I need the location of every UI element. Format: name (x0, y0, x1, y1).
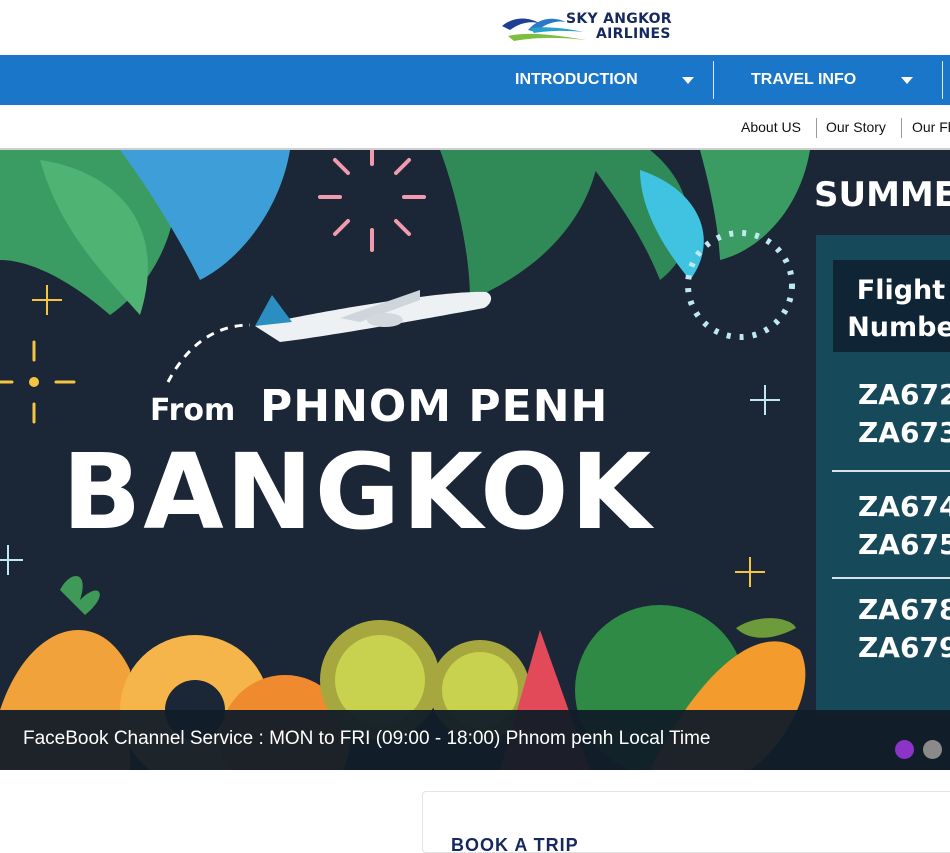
nav-divider (713, 61, 714, 99)
airplane-icon (255, 290, 492, 342)
nav-item-label: TRAVEL INFO (751, 71, 857, 88)
main-nav: INTRODUCTION TRAVEL INFO (0, 55, 950, 105)
flight-divider (832, 577, 950, 579)
subnav-separator (901, 118, 902, 138)
subnav-item-our-fleet[interactable]: Our Fl (912, 119, 950, 135)
banner-from-label: From (150, 393, 236, 428)
banner-caption-text: FaceBook Channel Service : MON to FRI (0… (23, 728, 711, 749)
nav-item-travel-info[interactable]: TRAVEL INFO (751, 55, 941, 105)
logo-text-line2: AIRLINES (596, 26, 671, 42)
booking-title: BOOK A TRIP (451, 835, 579, 853)
subnav-item-our-story[interactable]: Our Story (826, 119, 886, 135)
subnav-separator (816, 118, 817, 138)
header: SKY ANGKOR AIRLINES (0, 0, 950, 55)
sub-nav: About US Our Story Our Fl (0, 105, 950, 150)
flight-header-line1: Flight (856, 275, 946, 306)
nav-divider (942, 61, 943, 99)
flight-number: ZA672 (858, 378, 950, 411)
caret-down-icon (682, 77, 694, 84)
booking-card: BOOK A TRIP (422, 791, 950, 853)
subnav-item-about-us[interactable]: About US (741, 119, 801, 135)
logo-text-line1: SKY ANGKOR (566, 11, 672, 27)
flight-number: ZA673 (858, 416, 950, 449)
banner-origin-city: PHNOM PENH (260, 381, 609, 432)
slide-indicator-active[interactable] (895, 740, 914, 759)
flight-number: ZA674 (858, 490, 950, 523)
flight-panel-header-text: Flight Numbe (846, 272, 950, 346)
flight-divider (832, 470, 950, 472)
nav-item-label: INTRODUCTION (515, 71, 638, 88)
nav-item-introduction[interactable]: INTRODUCTION (515, 55, 713, 105)
slide-indicator[interactable] (923, 740, 942, 759)
banner-destination-city: BANGKOK (62, 431, 654, 553)
logo[interactable]: SKY ANGKOR AIRLINES (500, 10, 672, 44)
promo-banner[interactable]: SUMME Flight Numbe ZA672 ZA673 ZA674 ZA6… (0, 150, 950, 770)
flight-number: ZA678 (858, 593, 950, 626)
flight-number: ZA679 (858, 631, 950, 664)
flight-number: ZA675 (858, 528, 950, 561)
flight-header-line2: Numbe (847, 312, 950, 343)
banner-season-title: SUMME (814, 175, 950, 215)
caret-down-icon (901, 77, 913, 84)
